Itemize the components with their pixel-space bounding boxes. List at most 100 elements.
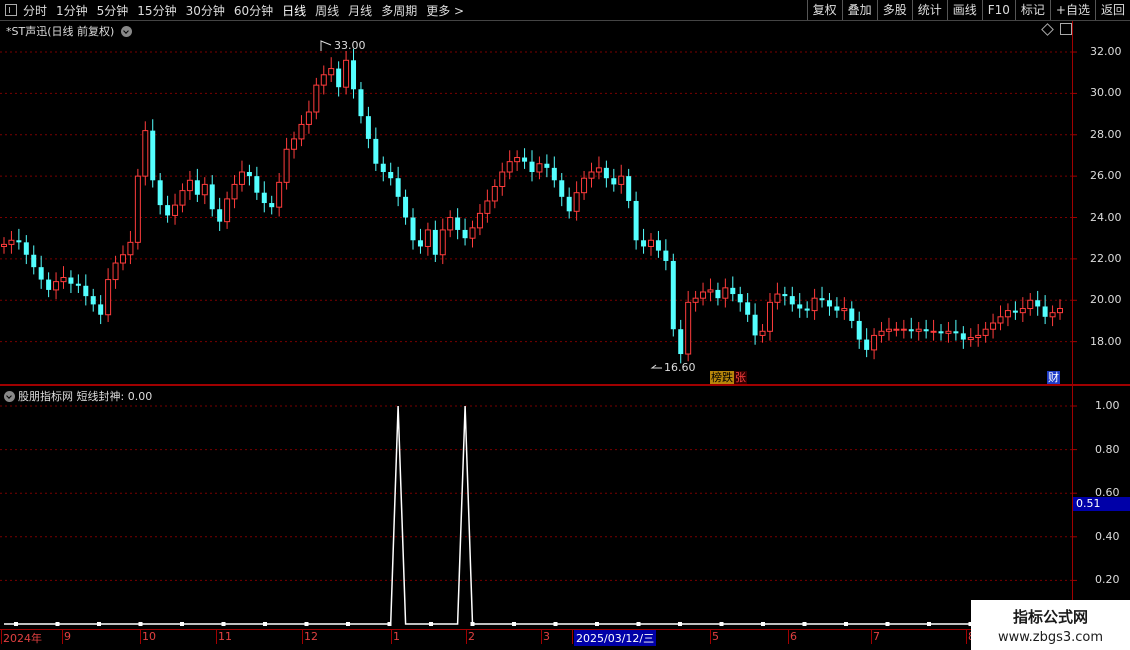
baseline-marker	[429, 622, 433, 626]
candle-body-down	[1012, 310, 1018, 313]
candle-body-up	[238, 171, 245, 185]
candle-body-up	[700, 291, 707, 299]
candle-body-up	[60, 277, 67, 283]
period-toolbar: 分时 1分钟 5分钟 15分钟 30分钟 60分钟 日线 周线 月线 多周期 更多 > 复权 叠加 多股…	[0, 0, 1130, 21]
date-label: 6	[790, 630, 797, 643]
period-tab[interactable]: 60分钟	[234, 2, 273, 19]
period-tab[interactable]: 周线	[315, 2, 339, 19]
candle-body-up	[320, 74, 327, 86]
date-label: 7	[873, 630, 880, 643]
candle-body-up	[313, 84, 320, 113]
baseline-marker	[180, 622, 184, 626]
toolbar-button[interactable]: 画线	[946, 0, 982, 20]
baseline-marker	[346, 622, 350, 626]
baseline-marker	[55, 622, 60, 626]
candle-body-up	[283, 148, 290, 183]
candle-body-up	[291, 138, 298, 150]
period-tab[interactable]: 月线	[348, 2, 372, 19]
candle-body-down	[150, 130, 156, 181]
toolbar-button[interactable]: 叠加	[841, 0, 877, 20]
candle-body-down	[417, 240, 423, 247]
candle-body-down	[752, 314, 758, 336]
candle-body-down	[789, 296, 795, 305]
date-label: 9	[64, 630, 71, 643]
period-tab[interactable]: 30分钟	[186, 2, 225, 19]
candle-body-down	[380, 163, 386, 173]
candle-body-up	[581, 177, 588, 194]
badge-bangdie: 榜跌	[710, 371, 734, 384]
candle-body-down	[432, 229, 438, 255]
candle-body-up	[499, 171, 506, 187]
candle-body-down	[46, 279, 52, 290]
candle-body-down	[960, 333, 966, 340]
high-marker-arrow	[320, 40, 332, 51]
watermark: 指标公式网 www.zbgs3.com	[971, 600, 1130, 650]
candle-body-up	[990, 322, 997, 330]
candle-body-up	[186, 179, 193, 192]
finance-badge[interactable]: 财	[1047, 371, 1060, 384]
candle-body-down	[395, 178, 401, 197]
candle-body-down	[938, 331, 944, 334]
high-price-label: 33.00	[334, 39, 366, 52]
candle-body-up	[945, 330, 952, 334]
toolbar-button[interactable]: F10	[981, 0, 1015, 20]
price-axis-label: 32.00	[1090, 45, 1122, 59]
candle-body-down	[730, 287, 736, 295]
candle-body-down	[358, 89, 364, 117]
candle-body-up	[298, 123, 305, 140]
candle-body-up	[514, 157, 521, 163]
toolbar-button[interactable]: 复权	[806, 0, 842, 20]
indicator-chart[interactable]	[0, 386, 1130, 630]
indicator-axis-label: 0.80	[1095, 442, 1120, 456]
candle-body-down	[923, 329, 929, 332]
board-badge[interactable]: 榜跌张	[710, 371, 747, 384]
toolbar-button[interactable]: 标记	[1014, 0, 1050, 20]
candle-body-down	[16, 240, 22, 243]
toolbar-button[interactable]: 统计	[911, 0, 947, 20]
date-tick	[302, 630, 303, 644]
period-tab[interactable]: 更多 >	[426, 2, 464, 19]
candle-body-down	[90, 296, 96, 305]
candle-body-down	[633, 200, 639, 241]
watermark-url: www.zbgs3.com	[997, 630, 1104, 645]
period-tab[interactable]: 日线	[282, 2, 306, 19]
toolbar-button[interactable]: 多股	[876, 0, 912, 20]
watermark-title: 指标公式网	[1012, 608, 1088, 626]
candle-body-down	[365, 116, 371, 139]
price-axis-label: 22.00	[1090, 251, 1122, 265]
period-tab[interactable]: 1分钟	[56, 2, 88, 19]
candle-body-down	[83, 285, 89, 297]
candle-body-down	[373, 138, 379, 164]
menu-icon[interactable]	[5, 4, 17, 16]
candle-body-up	[618, 175, 625, 185]
candlestick-chart[interactable]	[0, 21, 1130, 386]
candle-body-up	[878, 330, 885, 336]
candle-body-up	[871, 334, 878, 351]
toolbar-button[interactable]: +自选	[1049, 0, 1095, 20]
date-label: 5	[712, 630, 719, 643]
baseline-marker	[636, 622, 641, 626]
period-tab[interactable]: 分时	[23, 2, 47, 19]
indicator-axis-label: 0.20	[1095, 573, 1120, 587]
period-tabs: 分时 1分钟 5分钟 15分钟 30分钟 60分钟 日线 周线 月线 多周期 更多 >	[0, 0, 473, 20]
candle-body-down	[908, 329, 914, 332]
toolbar-button[interactable]: 返回	[1094, 0, 1130, 20]
function-buttons: 复权 叠加 多股 统计 画线 F10 标记 +自选 返回	[806, 0, 1130, 20]
date-tick	[541, 630, 542, 644]
date-tick	[710, 630, 711, 644]
candle-body-up	[759, 330, 766, 336]
candle-body-up	[491, 185, 498, 202]
candle-body-down	[663, 250, 669, 261]
period-tab[interactable]: 15分钟	[137, 2, 176, 19]
candle-body-up	[885, 328, 892, 332]
candle-body-up	[328, 68, 335, 76]
candle-body-up	[469, 227, 476, 239]
baseline-marker	[221, 622, 226, 626]
baseline-marker	[470, 622, 475, 626]
date-tick	[788, 630, 789, 644]
price-axis-label: 24.00	[1090, 210, 1122, 224]
period-tab[interactable]: 5分钟	[97, 2, 129, 19]
candle-body-up	[201, 183, 208, 196]
period-tab[interactable]: 多周期	[381, 2, 417, 19]
candle-body-up	[1027, 299, 1034, 310]
